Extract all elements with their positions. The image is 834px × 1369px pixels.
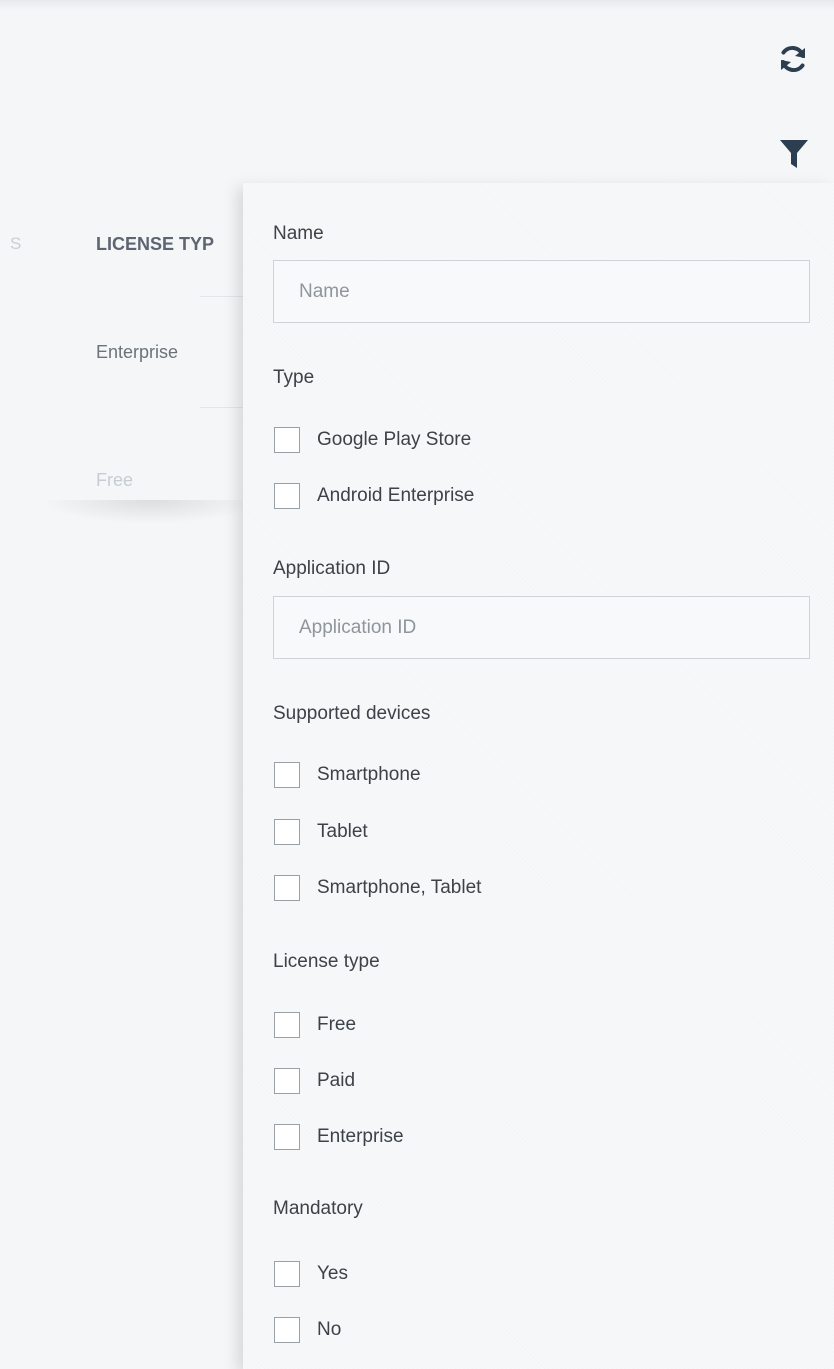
device-option-tablet[interactable]: Tablet xyxy=(274,818,368,846)
application-id-filter-label: Application ID xyxy=(273,558,391,579)
type-option-google-play-store[interactable]: Google Play Store xyxy=(274,426,471,454)
checkbox[interactable] xyxy=(274,1124,300,1150)
check-label: No xyxy=(317,1319,342,1340)
filter-panel: Name Type Google Play Store Android Ente… xyxy=(243,183,834,1369)
check-label: Smartphone xyxy=(317,764,421,785)
check-label: Tablet xyxy=(317,821,368,842)
checkbox[interactable] xyxy=(274,762,300,788)
license-option-enterprise[interactable]: Enterprise xyxy=(274,1123,404,1151)
app-page: S LICENSE TYP Enterprise Free Name Type … xyxy=(0,0,834,1369)
table-header-partial: S xyxy=(10,234,22,253)
name-filter-label: Name xyxy=(273,223,324,244)
name-filter-input[interactable] xyxy=(273,260,810,323)
table-cell-license: Free xyxy=(96,470,134,490)
mandatory-filter-label: Mandatory xyxy=(273,1198,363,1219)
checkbox[interactable] xyxy=(274,1068,300,1094)
check-label: Smartphone, Tablet xyxy=(317,877,482,898)
checkbox[interactable] xyxy=(274,1261,300,1287)
top-bar-edge xyxy=(0,0,834,10)
check-label: Enterprise xyxy=(317,1126,404,1147)
filter-button[interactable] xyxy=(772,134,816,178)
license-option-free[interactable]: Free xyxy=(274,1011,356,1039)
check-label: Android Enterprise xyxy=(317,485,475,506)
application-id-filter-input[interactable] xyxy=(273,596,810,659)
checkbox[interactable] xyxy=(274,819,300,845)
device-option-smartphone-tablet[interactable]: Smartphone, Tablet xyxy=(274,874,481,902)
check-label: Yes xyxy=(317,1263,348,1284)
filter-icon xyxy=(779,138,809,175)
refresh-icon xyxy=(776,42,810,81)
checkbox[interactable] xyxy=(274,1012,300,1038)
license-type-filter-label: License type xyxy=(273,951,380,972)
supported-devices-filter-label: Supported devices xyxy=(273,703,431,724)
mandatory-option-no[interactable]: No xyxy=(274,1316,341,1344)
refresh-button[interactable] xyxy=(770,38,816,84)
check-label: Paid xyxy=(317,1070,356,1091)
table-header-license-type[interactable]: LICENSE TYP xyxy=(96,234,214,255)
checkbox[interactable] xyxy=(274,483,300,509)
checkbox[interactable] xyxy=(274,875,300,901)
check-label: Google Play Store xyxy=(317,429,472,450)
checkbox[interactable] xyxy=(274,1317,300,1343)
type-option-android-enterprise[interactable]: Android Enterprise xyxy=(274,482,474,510)
device-option-smartphone[interactable]: Smartphone xyxy=(274,761,421,789)
check-label: Free xyxy=(317,1014,357,1035)
type-filter-label: Type xyxy=(273,367,315,388)
table-shadow xyxy=(40,500,260,524)
license-option-paid[interactable]: Paid xyxy=(274,1067,355,1095)
table-cell-license: Enterprise xyxy=(96,342,179,362)
checkbox[interactable] xyxy=(274,427,300,453)
mandatory-option-yes[interactable]: Yes xyxy=(274,1260,348,1288)
